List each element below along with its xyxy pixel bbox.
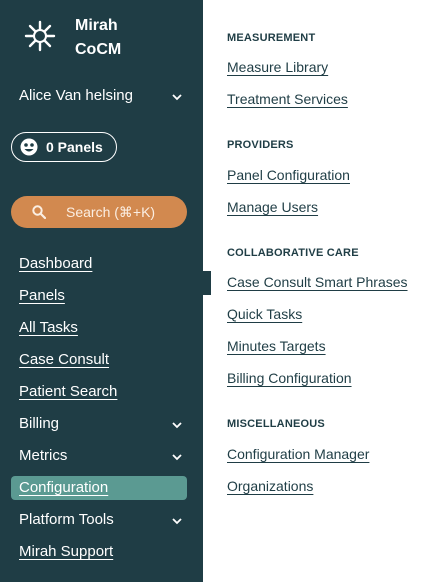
sidebar-item-label: Mirah Support [19, 543, 114, 560]
sidebar-item-configuration[interactable]: Configuration [11, 476, 187, 500]
sidebar-item-platform-tools[interactable]: Platform Tools [11, 508, 187, 532]
link-minutes-targets[interactable]: Minutes Targets [227, 336, 326, 356]
panel-face-icon [20, 138, 38, 156]
link-configuration-manager[interactable]: Configuration Manager [227, 444, 369, 464]
section-title-collaborative-care: COLLABORATIVE CARE [227, 247, 359, 259]
sidebar-item-metrics[interactable]: Metrics [11, 444, 187, 468]
sidebar-item-label: Configuration [19, 479, 109, 496]
link-quick-tasks[interactable]: Quick Tasks [227, 304, 302, 324]
sidebar-item-label: Billing [19, 415, 60, 432]
user-menu[interactable]: Alice Van helsing [19, 86, 187, 106]
sidebar-item-case-consult[interactable]: Case Consult [11, 348, 187, 372]
sidebar-item-label: Patient Search [19, 383, 118, 400]
sidebar-item-billing[interactable]: Billing [11, 412, 187, 436]
sidebar-item-dashboard[interactable]: Dashboard [11, 252, 187, 276]
section-title-measurement: MEASUREMENT [227, 32, 316, 44]
sidebar-item-label: Case Consult [19, 351, 110, 368]
flyout-pointer [203, 271, 211, 295]
sidebar-item-panels[interactable]: Panels [11, 284, 187, 308]
starburst-logo-icon [22, 18, 58, 54]
sidebar-item-label: Platform Tools [19, 511, 114, 528]
sidebar-item-label: All Tasks [19, 319, 78, 336]
brand-name-line1: Mirah [75, 17, 118, 34]
user-name: Alice Van helsing [19, 87, 133, 104]
search-icon [32, 205, 47, 220]
link-measure-library[interactable]: Measure Library [227, 57, 328, 77]
panels-button[interactable]: 0 Panels [11, 132, 117, 162]
chevron-down-icon [171, 90, 183, 102]
section-title-providers: PROVIDERS [227, 139, 294, 151]
sidebar-item-mirah-support[interactable]: Mirah Support [11, 540, 187, 564]
search-label: Search (⌘+K) [66, 204, 156, 220]
sidebar-item-label: Metrics [19, 447, 68, 464]
sidebar-item-label: Dashboard [19, 255, 93, 272]
panels-label: 0 Panels [46, 139, 103, 155]
link-billing-configuration[interactable]: Billing Configuration [227, 368, 352, 388]
sidebar-item-label: Panels [19, 287, 65, 304]
sidebar-item-patient-search[interactable]: Patient Search [11, 380, 187, 404]
link-organizations[interactable]: Organizations [227, 476, 313, 496]
search-button[interactable]: Search (⌘+K) [11, 196, 187, 228]
chevron-down-icon [171, 418, 183, 430]
section-title-miscellaneous: MISCELLANEOUS [227, 418, 325, 430]
chevron-down-icon [171, 514, 183, 526]
sidebar: Mirah CoCM Alice Van helsing 0 Panels Se… [0, 0, 203, 582]
link-treatment-services[interactable]: Treatment Services [227, 89, 348, 109]
link-manage-users[interactable]: Manage Users [227, 197, 318, 217]
sidebar-item-all-tasks[interactable]: All Tasks [11, 316, 187, 340]
link-case-consult-smart-phrases[interactable]: Case Consult Smart Phrases [227, 272, 408, 292]
brand-name: Mirah CoCM [75, 14, 195, 62]
chevron-down-icon [171, 450, 183, 462]
brand-name-line2: CoCM [75, 41, 122, 58]
link-panel-configuration[interactable]: Panel Configuration [227, 165, 350, 185]
